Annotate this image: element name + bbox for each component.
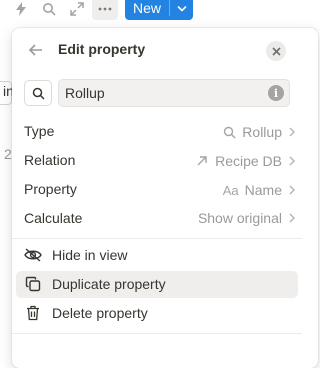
relation-value-group: Recipe DB — [193, 152, 298, 170]
close-icon[interactable] — [266, 41, 286, 61]
new-button-label: New — [133, 0, 162, 16]
info-icon[interactable]: i — [268, 85, 284, 101]
divider — [12, 333, 302, 334]
chevron-down-icon[interactable] — [170, 5, 193, 12]
property-icon-picker[interactable] — [24, 80, 52, 106]
type-value-group: Rollup — [220, 123, 298, 141]
chevron-right-icon — [286, 182, 298, 198]
back-arrow-icon[interactable] — [26, 40, 46, 60]
type-row[interactable]: Type Rollup — [12, 117, 302, 146]
duplicate-icon — [24, 275, 42, 293]
divider — [12, 238, 302, 239]
expand-icon[interactable] — [66, 0, 88, 18]
search-icon — [32, 87, 45, 100]
duplicate-property-label: Duplicate property — [52, 276, 166, 292]
background-text-fragment: 2 — [4, 146, 12, 162]
duplicate-property-button[interactable]: Duplicate property — [16, 271, 298, 298]
arrow-up-right-icon — [193, 152, 211, 170]
more-button[interactable] — [92, 0, 118, 20]
hide-in-view-button[interactable]: Hide in view — [16, 242, 298, 269]
delete-property-button[interactable]: Delete property — [16, 300, 298, 327]
search-icon[interactable] — [38, 0, 60, 18]
chevron-right-icon — [286, 210, 298, 226]
property-label: Property — [24, 181, 77, 197]
type-label: Type — [24, 123, 55, 139]
property-value: Name — [244, 182, 282, 198]
search-icon — [220, 123, 238, 141]
relation-row[interactable]: Relation Recipe DB — [12, 146, 302, 175]
eye-slash-icon — [24, 246, 42, 264]
popup-title: Edit property — [58, 41, 146, 57]
relation-label: Relation — [24, 152, 76, 168]
calculate-value: Show original — [197, 210, 282, 226]
more-icon — [98, 7, 112, 11]
calculate-label: Calculate — [24, 210, 83, 226]
database-toolbar: New — [0, 0, 314, 22]
chevron-right-icon — [286, 153, 298, 169]
trash-icon — [24, 304, 42, 322]
type-value: Rollup — [242, 124, 282, 140]
property-name-input[interactable] — [58, 79, 290, 107]
calculate-row[interactable]: Calculate Show original — [12, 204, 302, 233]
property-value-group: Aa Name — [221, 181, 298, 199]
relation-value: Recipe DB — [215, 153, 282, 169]
text-type-icon: Aa — [222, 182, 239, 198]
lightning-icon[interactable] — [10, 0, 32, 18]
hide-in-view-label: Hide in view — [52, 247, 128, 263]
chevron-right-icon — [286, 124, 298, 140]
calculate-value-group: Show original — [198, 210, 298, 226]
property-row[interactable]: Property Aa Name — [12, 175, 302, 204]
edit-property-popup: Edit property i Type Rollup Relation Rec… — [12, 28, 318, 368]
new-button[interactable]: New — [125, 0, 193, 20]
delete-property-label: Delete property — [52, 305, 148, 321]
popup-header: Edit property — [12, 28, 302, 72]
